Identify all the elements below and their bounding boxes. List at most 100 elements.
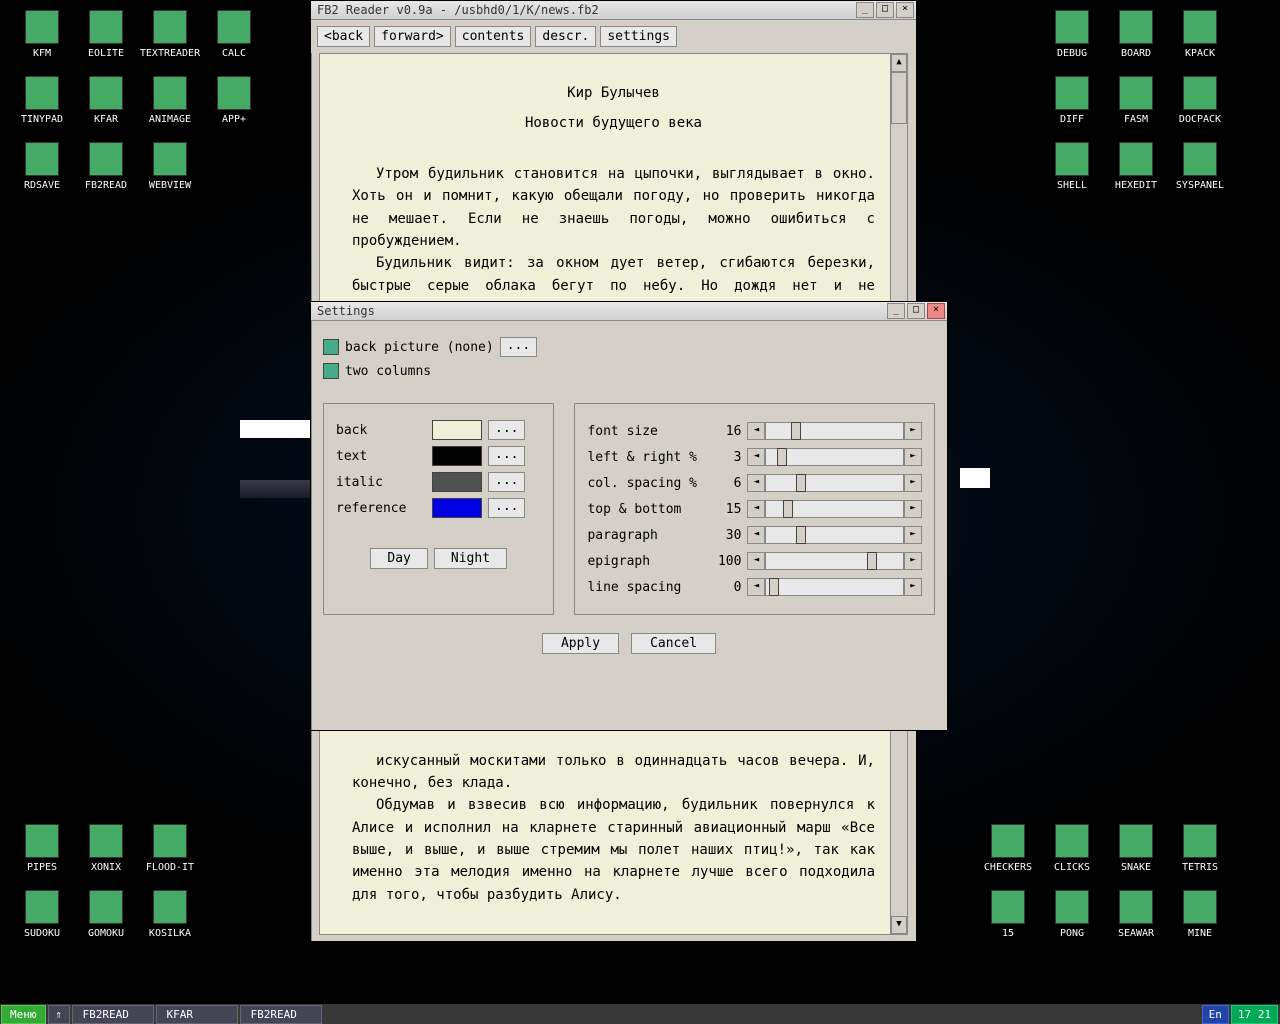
slider-left-icon[interactable]: ◄ [747, 448, 765, 466]
checkbox-icon[interactable] [323, 339, 339, 355]
desktop-icon[interactable]: CLICKS [1040, 824, 1104, 873]
desktop-icon[interactable]: SNAKE [1104, 824, 1168, 873]
apply-button[interactable]: Apply [542, 633, 619, 654]
desktop-icon[interactable]: SEAWAR [1104, 890, 1168, 939]
slider-right-icon[interactable]: ► [904, 578, 922, 596]
slider[interactable]: ◄► [747, 578, 922, 596]
desktop-icon[interactable]: FB2READ [74, 142, 138, 191]
slider-left-icon[interactable]: ◄ [747, 552, 765, 570]
color-picker-button[interactable]: ... [488, 420, 525, 440]
desktop-icon[interactable]: KFM [10, 10, 74, 59]
task-button[interactable]: FB2READ [240, 1005, 322, 1024]
desktop-icon[interactable]: DOCPACK [1168, 76, 1232, 125]
slider[interactable]: ◄► [747, 448, 922, 466]
slider-track[interactable] [765, 422, 904, 440]
desktop-icon[interactable]: HEXEDIT [1104, 142, 1168, 191]
task-button[interactable]: FB2READ [72, 1005, 154, 1024]
desktop-icon[interactable]: SUDOKU [10, 890, 74, 939]
contents-button[interactable]: contents [455, 26, 532, 47]
cancel-button[interactable]: Cancel [631, 633, 716, 654]
scroll-thumb[interactable] [891, 72, 907, 124]
taskbar-button[interactable]: ⇑ [48, 1005, 70, 1024]
desktop-icon[interactable]: CHECKERS [976, 824, 1040, 873]
slider-right-icon[interactable]: ► [904, 526, 922, 544]
color-picker-button[interactable]: ... [488, 472, 525, 492]
desktop-icon[interactable]: BOARD [1104, 10, 1168, 59]
slider[interactable]: ◄► [747, 552, 922, 570]
slider[interactable]: ◄► [747, 422, 922, 440]
desktop-icon[interactable]: KFAR [74, 76, 138, 125]
desktop-icon[interactable]: WEBVIEW [138, 142, 202, 191]
forward-button[interactable]: forward> [374, 26, 451, 47]
desktop-icon[interactable]: MINE [1168, 890, 1232, 939]
slider-left-icon[interactable]: ◄ [747, 474, 765, 492]
slider-thumb[interactable] [783, 500, 793, 518]
desktop-icon[interactable]: EOLITE [74, 10, 138, 59]
color-picker-button[interactable]: ... [488, 498, 525, 518]
desktop-icon[interactable]: RDSAVE [10, 142, 74, 191]
settings-button[interactable]: settings [600, 26, 677, 47]
scroll-down-icon[interactable]: ▼ [891, 916, 907, 934]
slider-right-icon[interactable]: ► [904, 552, 922, 570]
desktop-icon[interactable]: KOSILKA [138, 890, 202, 939]
back-color-swatch[interactable] [432, 420, 482, 440]
desktop-icon[interactable]: ANIMAGE [138, 76, 202, 125]
desktop-icon[interactable]: CALC [202, 10, 266, 59]
slider-track[interactable] [765, 526, 904, 544]
slider-right-icon[interactable]: ► [904, 500, 922, 518]
color-picker-button[interactable]: ... [488, 446, 525, 466]
slider-track[interactable] [765, 552, 904, 570]
day-button[interactable]: Day [370, 548, 427, 569]
slider-left-icon[interactable]: ◄ [747, 526, 765, 544]
slider[interactable]: ◄► [747, 526, 922, 544]
desktop-icon[interactable]: APP+ [202, 76, 266, 125]
desktop-icon[interactable]: PONG [1040, 890, 1104, 939]
slider[interactable]: ◄► [747, 500, 922, 518]
scroll-up-icon[interactable]: ▲ [891, 54, 907, 72]
slider-thumb[interactable] [796, 526, 806, 544]
browse-button[interactable]: ... [500, 337, 537, 357]
desktop-icon[interactable]: DIFF [1040, 76, 1104, 125]
desktop-icon[interactable]: XONIX [74, 824, 138, 873]
desktop-icon[interactable]: TINYPAD [10, 76, 74, 125]
slider-thumb[interactable] [796, 474, 806, 492]
back-picture-checkbox[interactable]: back picture (none) ... [323, 337, 935, 357]
desktop-icon[interactable]: FLOOD-IT [138, 824, 202, 873]
maximize-button[interactable]: □ [876, 2, 894, 18]
descr-button[interactable]: descr. [535, 26, 596, 47]
settings-titlebar[interactable]: Settings _ □ × [311, 302, 947, 321]
slider-track[interactable] [765, 500, 904, 518]
two-columns-checkbox[interactable]: two columns [323, 363, 935, 379]
minimize-button[interactable]: _ [856, 2, 874, 18]
task-button[interactable]: KFAR [156, 1005, 238, 1024]
slider-left-icon[interactable]: ◄ [747, 500, 765, 518]
close-button[interactable]: × [896, 2, 914, 18]
reference-color-swatch[interactable] [432, 498, 482, 518]
desktop-icon[interactable]: PIPES [10, 824, 74, 873]
slider-thumb[interactable] [867, 552, 877, 570]
minimize-button[interactable]: _ [887, 303, 905, 319]
desktop-icon[interactable]: SYSPANEL [1168, 142, 1232, 191]
slider-thumb[interactable] [791, 422, 801, 440]
slider-right-icon[interactable]: ► [904, 422, 922, 440]
slider-track[interactable] [765, 474, 904, 492]
slider-thumb[interactable] [769, 578, 779, 596]
slider-left-icon[interactable]: ◄ [747, 578, 765, 596]
checkbox-icon[interactable] [323, 363, 339, 379]
desktop-icon[interactable]: DEBUG [1040, 10, 1104, 59]
slider[interactable]: ◄► [747, 474, 922, 492]
menu-button[interactable]: Меню [1, 1005, 46, 1024]
back-button[interactable]: <back [317, 26, 370, 47]
maximize-button[interactable]: □ [907, 303, 925, 319]
desktop-icon[interactable]: TETRIS [1168, 824, 1232, 873]
close-button[interactable]: × [927, 303, 945, 319]
slider-thumb[interactable] [777, 448, 787, 466]
slider-left-icon[interactable]: ◄ [747, 422, 765, 440]
desktop-icon[interactable]: KPACK [1168, 10, 1232, 59]
slider-track[interactable] [765, 448, 904, 466]
slider-right-icon[interactable]: ► [904, 474, 922, 492]
reader-titlebar[interactable]: FB2 Reader v0.9a - /usbhd0/1/K/news.fb2 … [311, 1, 916, 20]
slider-track[interactable] [765, 578, 904, 596]
italic-color-swatch[interactable] [432, 472, 482, 492]
desktop-icon[interactable]: FASM [1104, 76, 1168, 125]
